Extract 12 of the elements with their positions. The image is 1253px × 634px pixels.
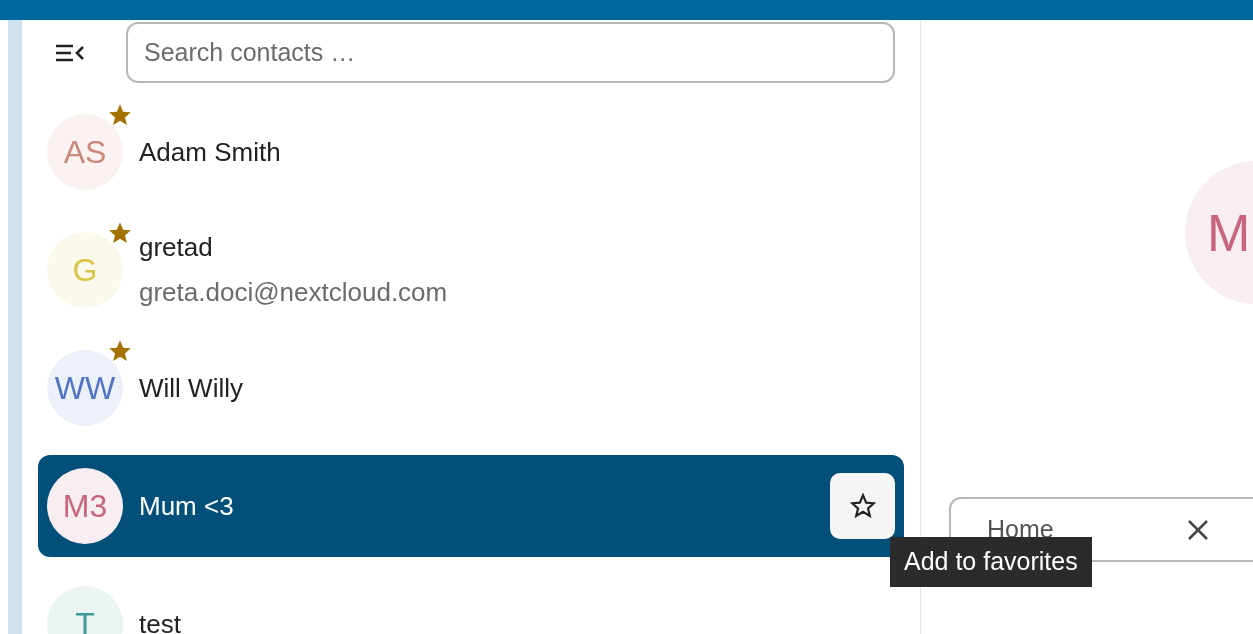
avatar-initials: G <box>72 251 98 290</box>
avatar-initials: M <box>1207 202 1251 264</box>
contact-name: gretad <box>139 231 214 264</box>
contact-name: Adam Smith <box>139 135 282 169</box>
contact-name: Will Willy <box>139 371 244 405</box>
contact-email: greta.doci@nextcloud.com <box>139 276 449 309</box>
contact-name: Mum <3 <box>139 489 235 523</box>
contact-name: test <box>139 607 182 634</box>
avatar-initials: WW <box>54 369 116 408</box>
avatar-initials: AS <box>63 133 107 172</box>
tooltip: Add to favorites <box>890 537 1092 587</box>
avatar-initials: M3 <box>62 487 108 526</box>
